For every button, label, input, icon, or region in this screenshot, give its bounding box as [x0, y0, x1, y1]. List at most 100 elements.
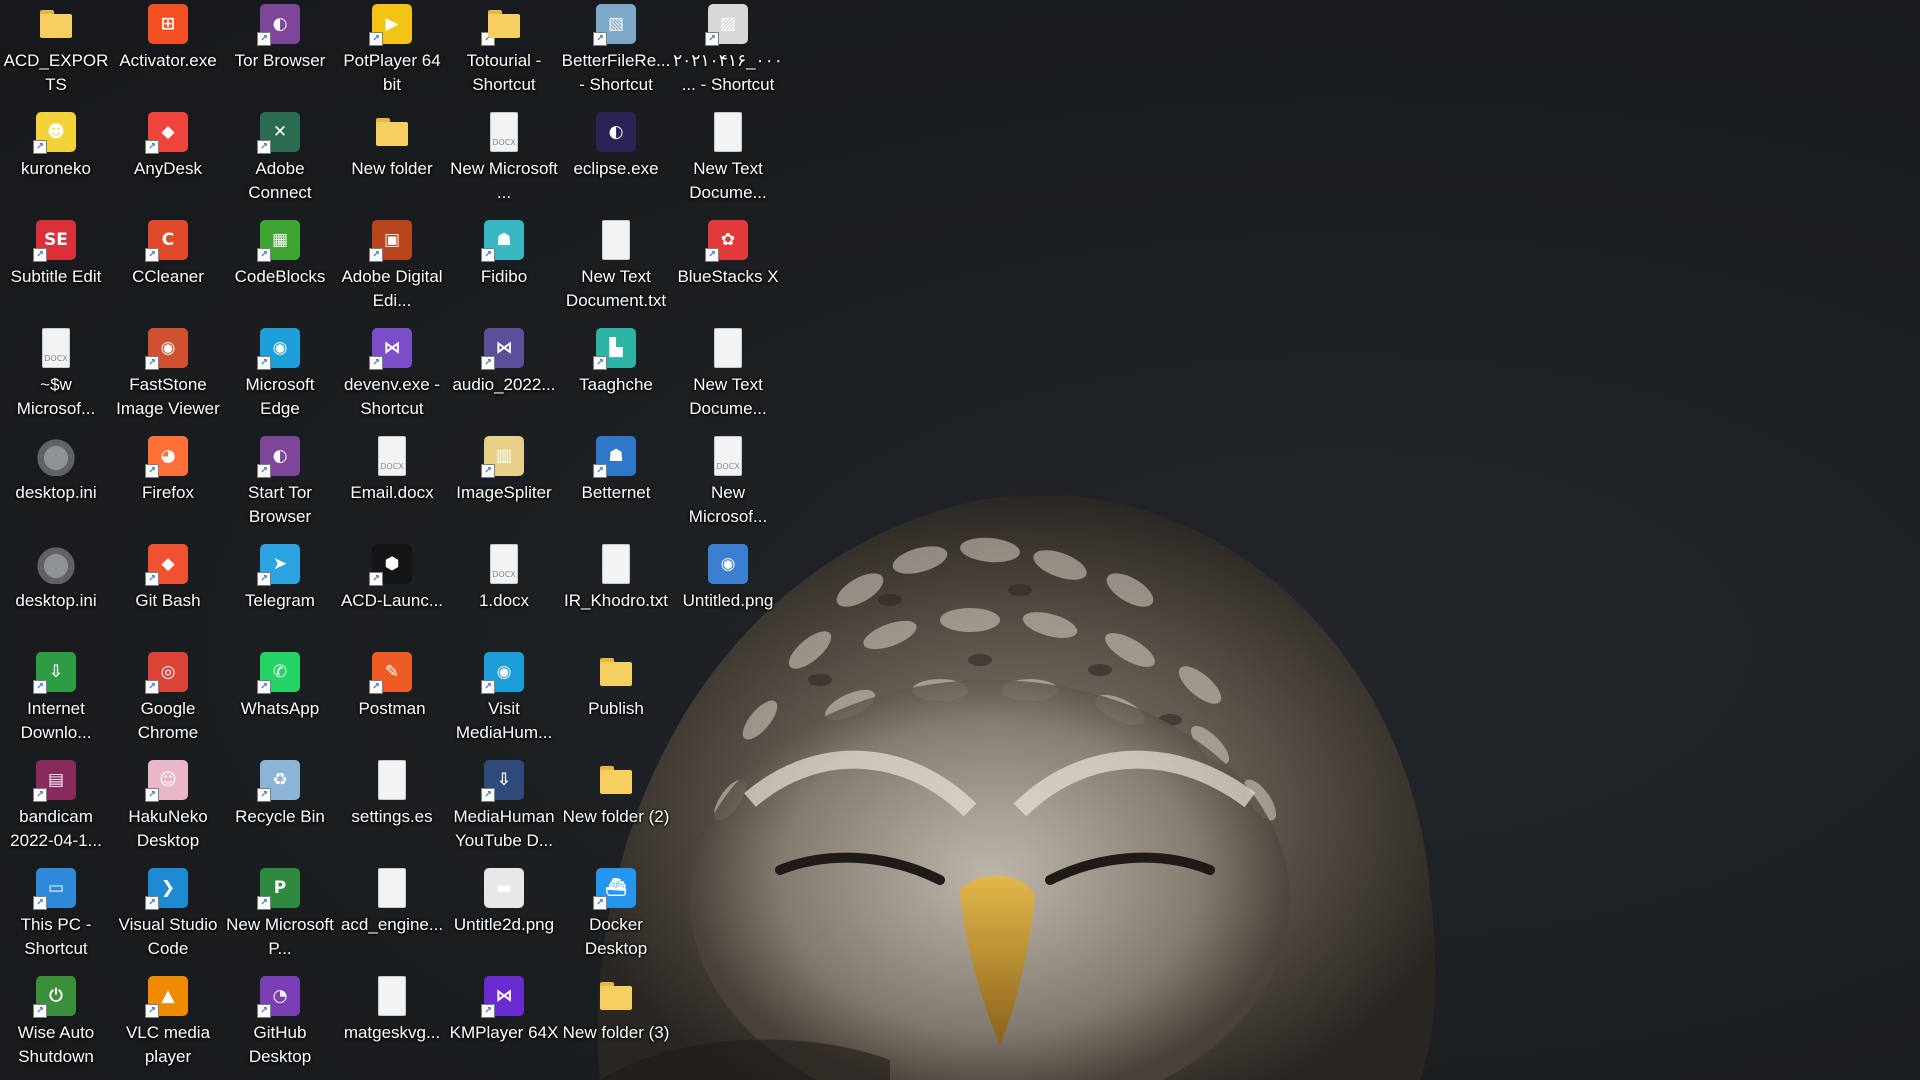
desktop-icon-label: Firefox [142, 483, 194, 502]
desktop-icon[interactable]: ✕ ↗ Adobe Connect [224, 108, 336, 214]
desktop-icon[interactable]: ➤ ↗ Telegram [224, 540, 336, 646]
shortcut-arrow-icon: ↗ [145, 572, 159, 586]
desktop-icon[interactable]: ◐ ↗ Start Tor Browser [224, 432, 336, 538]
desktop-icon[interactable]: New folder (3) [560, 972, 672, 1078]
desktop-icon[interactable]: matgeskvg... [336, 972, 448, 1078]
desktop-icon[interactable]: ▶ ↗ PotPlayer 64 bit [336, 0, 448, 106]
desktop-icon[interactable]: ↗ Totourial - Shortcut [448, 0, 560, 106]
desktop-icon[interactable]: ☗ ↗ Betternet [560, 432, 672, 538]
desktop-icon[interactable]: ◉ ↗ Visit MediaHum... [448, 648, 560, 754]
desktop-icon[interactable]: ▥ ↗ ImageSpliter [448, 432, 560, 538]
desktop-icon[interactable]: desktop.ini [0, 432, 112, 538]
desktop-icon[interactable]: New Text Docume... [672, 324, 784, 430]
desktop-icon[interactable]: ▨ ↗ ۲۰۲۱۰۴۱۶_۰۰۰... - Shortcut [672, 0, 784, 106]
desktop-icon[interactable]: ❯ ↗ Visual Studio Code [112, 864, 224, 970]
shortcut-arrow-icon: ↗ [257, 248, 271, 262]
desktop-icon[interactable]: DOCX New Microsoft ... [448, 108, 560, 214]
desktop-icon[interactable]: ⏻ ↗ Wise Auto Shutdown [0, 972, 112, 1078]
desktop-icon[interactable]: ✆ ↗ WhatsApp [224, 648, 336, 754]
desktop-icon[interactable]: ⋈ ↗ devenv.exe - Shortcut [336, 324, 448, 430]
desktop-icon[interactable]: SE ↗ Subtitle Edit [0, 216, 112, 322]
fidibo-icon: ☗ ↗ [481, 220, 524, 262]
vlc-cone-icon: ▲ ↗ [145, 976, 188, 1018]
desktop[interactable]: ACD_EXPORTS ☻ ↗ kuroneko SE ↗ Subtitle Edit DOC… [0, 0, 1920, 1080]
ogg-audio-icon: ⋈ ↗ [481, 328, 524, 370]
desktop-icon[interactable]: New folder [336, 108, 448, 214]
desktop-icon[interactable]: ⇩ ↗ MediaHuman YouTube D... [448, 756, 560, 862]
desktop-icon-label: 1.docx [478, 591, 530, 610]
desktop-icon-label: Google Chrome [137, 699, 199, 742]
desktop-icon-label: Fidibo [480, 267, 528, 286]
desktop-icon[interactable]: ◔ ↗ GitHub Desktop [224, 972, 336, 1078]
desktop-icon[interactable]: ⋈ ↗ KMPlayer 64X [448, 972, 560, 1078]
desktop-icon-label: This PC - Shortcut [20, 915, 92, 958]
desktop-icon[interactable]: IR_Khodro.txt [560, 540, 672, 646]
folder-icon [596, 976, 636, 1016]
edge-icon: ◉ ↗ [481, 652, 524, 694]
desktop-icon[interactable]: DOCX 1.docx [448, 540, 560, 646]
vscode-icon: ❯ ↗ [145, 868, 188, 910]
desktop-icon[interactable]: P ↗ New Microsoft P... [224, 864, 336, 970]
desktop-icon-label: New folder (2) [562, 807, 670, 826]
shortcut-arrow-icon: ↗ [481, 680, 495, 694]
desktop-icon[interactable]: ⇩ ↗ Internet Downlo... [0, 648, 112, 754]
desktop-icon[interactable]: ▙ ↗ Taaghche [560, 324, 672, 430]
desktop-icon-label: AnyDesk [133, 159, 203, 178]
desktop-icon-label: BetterFileRe... - Shortcut [561, 51, 671, 94]
chrome-icon: ◎ ↗ [145, 652, 188, 694]
shortcut-arrow-icon: ↗ [145, 1004, 159, 1018]
desktop-icon-label: New Microsof... [688, 483, 768, 526]
shortcut-arrow-icon: ↗ [257, 356, 271, 370]
desktop-icon[interactable]: DOCX ~$w Microsof... [0, 324, 112, 430]
postman-icon: ✎ ↗ [369, 652, 412, 694]
desktop-icon[interactable]: settings.es [336, 756, 448, 862]
desktop-icon[interactable]: ⛴ ↗ Docker Desktop [560, 864, 672, 970]
desktop-icon[interactable]: DOCX New Microsof... [672, 432, 784, 538]
desktop-icon[interactable]: ◐ ↗ Tor Browser [224, 0, 336, 106]
desktop-icon[interactable]: New Text Document.txt [560, 216, 672, 322]
desktop-icon[interactable]: ◉ Untitled.png [672, 540, 784, 646]
desktop-icon[interactable]: ⋈ ↗ audio_2022... [448, 324, 560, 430]
desktop-icon[interactable]: desktop.ini [0, 540, 112, 646]
desktop-icon[interactable]: ▬ Untitle2d.png [448, 864, 560, 970]
shortcut-arrow-icon: ↗ [145, 248, 159, 262]
desktop-icon[interactable]: ◕ ↗ Firefox [112, 432, 224, 538]
desktop-icon[interactable]: ▧ ↗ BetterFileRe... - Shortcut [560, 0, 672, 106]
desktop-icon[interactable]: ◉ ↗ FastStone Image Viewer [112, 324, 224, 430]
desktop-icon[interactable]: New Text Docume... [672, 108, 784, 214]
desktop-icon[interactable]: ◆ ↗ Git Bash [112, 540, 224, 646]
desktop-icon-label: Totourial - Shortcut [466, 51, 542, 94]
desktop-icon-label: Telegram [245, 591, 315, 610]
shortcut-arrow-icon: ↗ [593, 896, 607, 910]
adobe-digital-editions-icon: ▣ ↗ [369, 220, 412, 262]
desktop-icon[interactable]: C ↗ CCleaner [112, 216, 224, 322]
desktop-icon[interactable]: ▦ ↗ CodeBlocks [224, 216, 336, 322]
docx-file-icon: DOCX [490, 112, 518, 152]
shortcut-arrow-icon: ↗ [257, 464, 271, 478]
desktop-icon[interactable]: ◆ ↗ AnyDesk [112, 108, 224, 214]
desktop-icon[interactable]: ▲ ↗ VLC media player [112, 972, 224, 1078]
desktop-icon[interactable]: ACD_EXPORTS [0, 0, 112, 106]
desktop-icon[interactable]: ✎ ↗ Postman [336, 648, 448, 754]
shortcut-arrow-icon: ↗ [481, 356, 495, 370]
desktop-icon[interactable]: ◐ eclipse.exe [560, 108, 672, 214]
blank-file-icon [378, 976, 406, 1016]
desktop-icon[interactable]: New folder (2) [560, 756, 672, 862]
desktop-icon[interactable]: ☗ ↗ Fidibo [448, 216, 560, 322]
desktop-icon[interactable]: ◉ ↗ Microsoft Edge [224, 324, 336, 430]
desktop-icon[interactable]: ♻ ↗ Recycle Bin [224, 756, 336, 862]
desktop-icon[interactable]: ☺ ↗ HakuNeko Desktop [112, 756, 224, 862]
desktop-icon[interactable]: ▤ ↗ bandicam 2022-04-1... [0, 756, 112, 862]
visual-studio-icon: ⋈ ↗ [369, 328, 412, 370]
desktop-icon[interactable]: ▭ ↗ This PC - Shortcut [0, 864, 112, 970]
desktop-icon[interactable]: ⊞ Activator.exe [112, 0, 224, 106]
desktop-icon[interactable]: ⬢ ↗ ACD-Launc... [336, 540, 448, 646]
desktop-icon[interactable]: ✿ ↗ BlueStacks X [672, 216, 784, 322]
desktop-icon[interactable]: Publish [560, 648, 672, 754]
shortcut-arrow-icon: ↗ [705, 32, 719, 46]
desktop-icon[interactable]: ▣ ↗ Adobe Digital Edi... [336, 216, 448, 322]
desktop-icon[interactable]: ☻ ↗ kuroneko [0, 108, 112, 214]
desktop-icon[interactable]: ◎ ↗ Google Chrome [112, 648, 224, 754]
desktop-icon[interactable]: DOCX Email.docx [336, 432, 448, 538]
desktop-icon[interactable]: acd_engine... [336, 864, 448, 970]
